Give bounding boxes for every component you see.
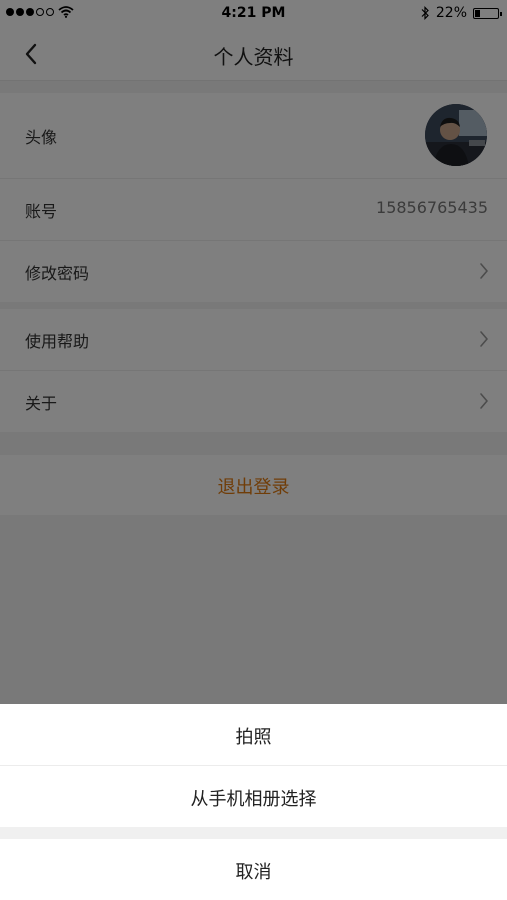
cancel-button[interactable]: 取消 xyxy=(0,839,507,900)
take-photo-button[interactable]: 拍照 xyxy=(0,704,507,765)
take-photo-label: 拍照 xyxy=(235,727,272,748)
choose-from-album-label: 从手机相册选择 xyxy=(190,789,317,810)
action-sheet: 拍照 从手机相册选择 取消 xyxy=(0,704,507,900)
cancel-label: 取消 xyxy=(235,862,272,883)
choose-from-album-button[interactable]: 从手机相册选择 xyxy=(0,766,507,827)
profile-screen: 4:21 PM 22% 个人资料 头像 xyxy=(0,0,507,900)
